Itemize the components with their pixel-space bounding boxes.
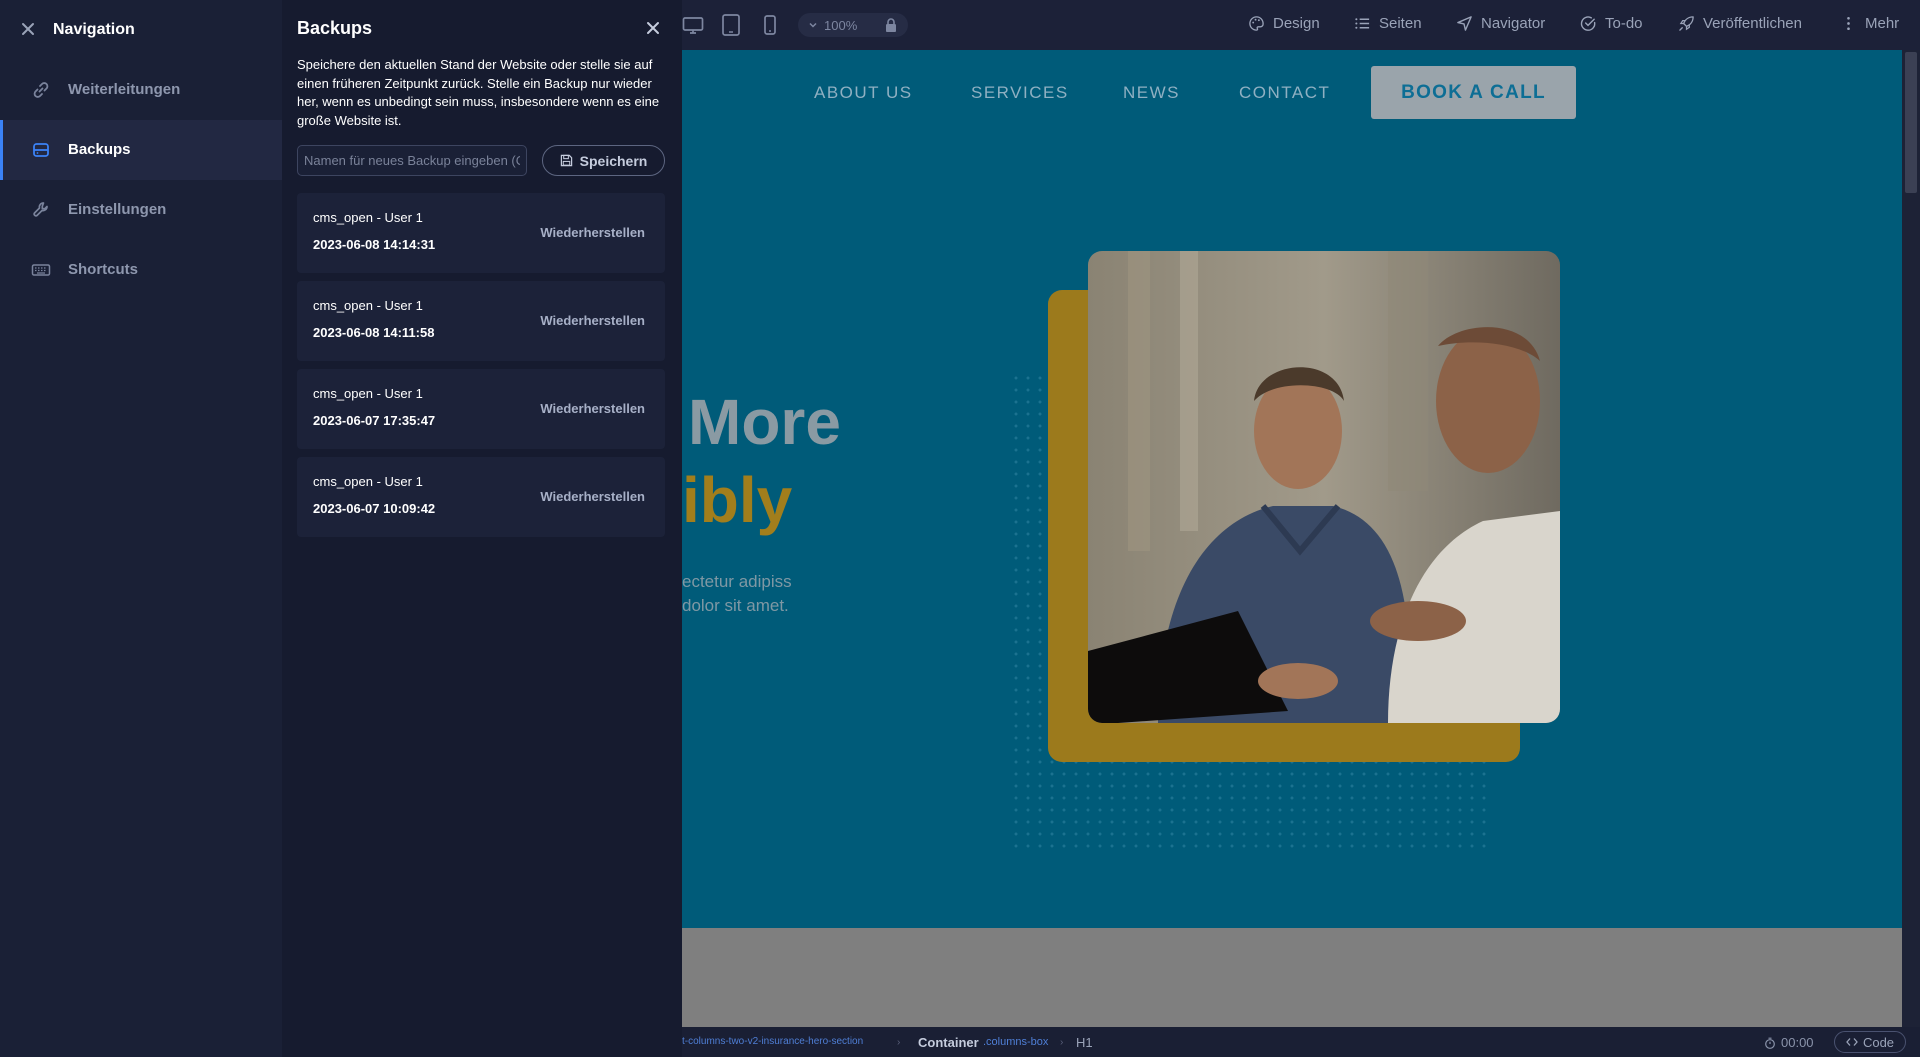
- backup-user: cms_open - User 1: [313, 298, 423, 313]
- backup-date: 2023-06-07 10:09:42: [313, 501, 436, 516]
- sidebar-item-label: Einstellungen: [68, 201, 167, 218]
- publish-label: Veröffentlichen: [1703, 15, 1802, 32]
- restore-button[interactable]: Wiederherstellen: [540, 225, 645, 240]
- design-menu[interactable]: Design: [1248, 15, 1320, 32]
- todo-label: To-do: [1605, 15, 1643, 32]
- pages-menu[interactable]: Seiten: [1354, 15, 1422, 32]
- breadcrumb-container[interactable]: Container: [918, 1035, 979, 1050]
- chevron-down-icon: [809, 22, 817, 28]
- meeting-photo: [1088, 251, 1560, 723]
- close-icon[interactable]: [644, 19, 662, 37]
- check-circle-icon: [1580, 16, 1596, 31]
- site-preview[interactable]: ABOUT US SERVICES NEWS CONTACT BOOK A CA…: [682, 50, 1902, 1027]
- hero-paragraph-line: dolor sit amet.: [682, 596, 789, 615]
- hero-paragraph[interactable]: ectetur adipiss dolor sit amet.: [682, 570, 792, 618]
- backup-name-input[interactable]: [297, 145, 527, 176]
- editor-topbar: 100% Design Seiten Navigator To-do Veröf…: [682, 0, 1920, 50]
- book-a-call-button[interactable]: BOOK A CALL: [1371, 66, 1576, 119]
- navigator-arrow-icon: [1457, 16, 1472, 31]
- restore-button[interactable]: Wiederherstellen: [540, 401, 645, 416]
- backup-user: cms_open - User 1: [313, 474, 423, 489]
- zoom-select[interactable]: 100%: [798, 13, 908, 37]
- navigator-menu[interactable]: Navigator: [1456, 15, 1545, 32]
- panel-title: Backups: [297, 18, 373, 38]
- breadcrumb-separator: ›: [897, 1037, 901, 1048]
- sidebar-item-label: Weiterleitungen: [68, 81, 181, 98]
- lock-icon[interactable]: [884, 17, 898, 33]
- panel-description: Speichere den aktuellen Stand der Websit…: [297, 57, 660, 128]
- backup-date: 2023-06-07 17:35:47: [313, 413, 436, 428]
- navigation-title: Navigation: [53, 21, 135, 38]
- site-nav-about[interactable]: ABOUT US: [814, 83, 913, 103]
- breadcrumb-class[interactable]: .columns-box: [983, 1036, 1048, 1048]
- preview-scrollbar[interactable]: [1902, 50, 1920, 1027]
- backup-date: 2023-06-08 14:14:31: [313, 237, 436, 252]
- code-icon: [1846, 1038, 1858, 1046]
- backup-user: cms_open - User 1: [313, 210, 423, 225]
- navigation-header: Navigation: [0, 0, 282, 60]
- link-icon: [33, 82, 49, 98]
- breadcrumb-section[interactable]: t-columns-two-v2-insurance-hero-section: [682, 1036, 863, 1047]
- zoom-value: 100%: [824, 17, 858, 33]
- restore-button[interactable]: Wiederherstellen: [540, 489, 645, 504]
- database-icon: [33, 143, 49, 157]
- list-icon: [1355, 18, 1370, 29]
- sidebar-item-weiterleitungen[interactable]: Weiterleitungen: [0, 60, 282, 120]
- backup-user: cms_open - User 1: [313, 386, 423, 401]
- code-label: Code: [1862, 1034, 1895, 1050]
- more-menu[interactable]: Mehr: [1840, 15, 1899, 32]
- editor-bottombar: t-columns-two-v2-insurance-hero-section …: [682, 1027, 1920, 1057]
- breadcrumb-tag[interactable]: H1: [1076, 1035, 1093, 1050]
- todo-menu[interactable]: To-do: [1580, 15, 1643, 32]
- navigation-sidebar: Navigation Weiterleitungen Backups Einst…: [0, 0, 282, 1057]
- timer-value: 00:00: [1781, 1035, 1814, 1050]
- save-label: Speichern: [579, 152, 648, 169]
- hero-section: ABOUT US SERVICES NEWS CONTACT BOOK A CA…: [682, 50, 1902, 928]
- desktop-icon[interactable]: [682, 13, 704, 37]
- hero-image[interactable]: [1088, 251, 1560, 723]
- save-icon: [560, 154, 572, 167]
- sidebar-item-label: Backups: [68, 141, 131, 158]
- restore-button[interactable]: Wiederherstellen: [540, 313, 645, 328]
- sidebar-item-shortcuts[interactable]: Shortcuts: [0, 240, 282, 300]
- more-vertical-icon: [1847, 16, 1850, 31]
- backup-item: cms_open - User 1 2023-06-08 14:14:31 Wi…: [297, 193, 665, 273]
- next-section: [682, 928, 1902, 1027]
- sidebar-item-einstellungen[interactable]: Einstellungen: [0, 180, 282, 240]
- palette-icon: [1249, 16, 1264, 31]
- rocket-icon: [1679, 16, 1694, 31]
- hero-heading-line2[interactable]: ibly: [682, 468, 792, 532]
- pages-label: Seiten: [1379, 15, 1422, 32]
- timer: 00:00: [1764, 1035, 1814, 1050]
- site-nav-services[interactable]: SERVICES: [971, 83, 1069, 103]
- keyboard-icon: [31, 264, 51, 276]
- site-nav-news[interactable]: NEWS: [1123, 83, 1180, 103]
- breadcrumb-separator: ›: [1060, 1037, 1064, 1048]
- backup-item: cms_open - User 1 2023-06-08 14:11:58 Wi…: [297, 281, 665, 361]
- app-root: Navigation Weiterleitungen Backups Einst…: [0, 0, 1920, 1057]
- stopwatch-icon: [1765, 1037, 1775, 1049]
- site-nav-contact[interactable]: CONTACT: [1239, 83, 1330, 103]
- backup-item: cms_open - User 1 2023-06-07 17:35:47 Wi…: [297, 369, 665, 449]
- publish-menu[interactable]: Veröffentlichen: [1678, 15, 1802, 32]
- wrench-icon: [33, 202, 48, 217]
- hero-heading-line1[interactable]: More: [688, 390, 841, 454]
- save-button[interactable]: Speichern: [542, 145, 665, 176]
- scrollbar-thumb[interactable]: [1905, 52, 1917, 193]
- code-button[interactable]: Code: [1834, 1031, 1906, 1053]
- backup-date: 2023-06-08 14:11:58: [313, 325, 435, 340]
- sidebar-item-label: Shortcuts: [68, 261, 139, 278]
- hero-paragraph-line: ectetur adipiss: [682, 572, 792, 591]
- navigator-label: Navigator: [1481, 15, 1546, 32]
- close-icon[interactable]: [18, 19, 38, 39]
- tablet-icon[interactable]: [720, 13, 742, 37]
- backup-item: cms_open - User 1 2023-06-07 10:09:42 Wi…: [297, 457, 665, 537]
- more-label: Mehr: [1865, 15, 1900, 32]
- backups-panel: Backups Speichere den aktuellen Stand de…: [282, 0, 682, 1057]
- sidebar-item-backups[interactable]: Backups: [0, 120, 282, 180]
- design-label: Design: [1273, 15, 1320, 32]
- mobile-icon[interactable]: [759, 13, 781, 37]
